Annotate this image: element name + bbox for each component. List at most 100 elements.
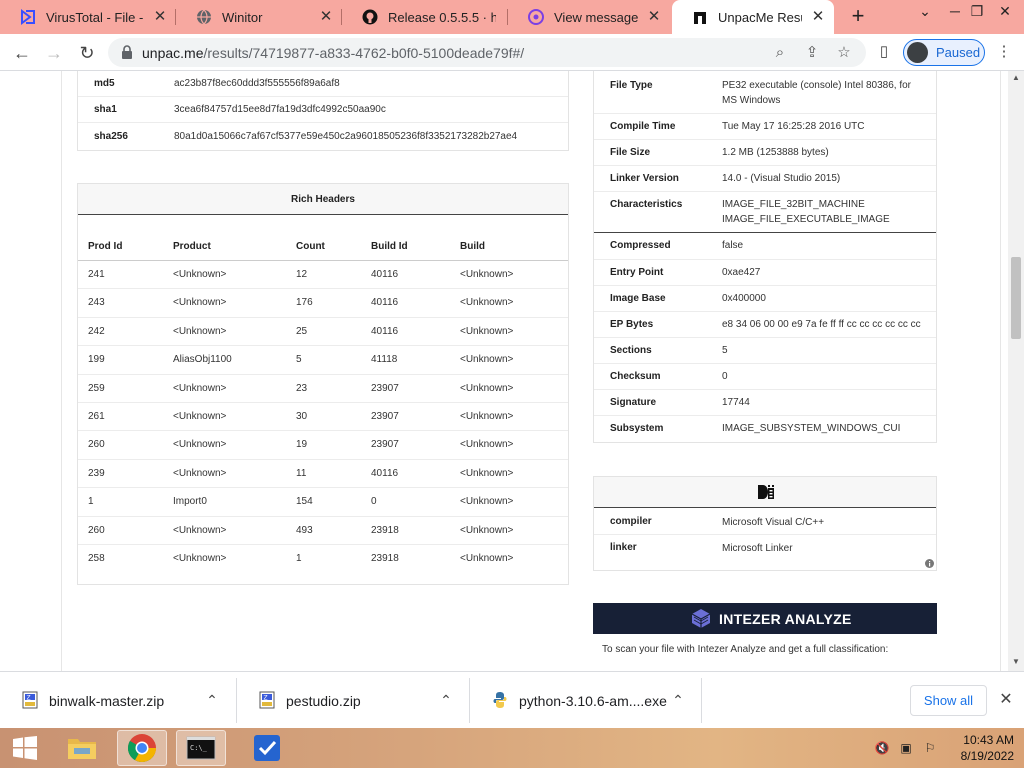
file-info-value: 14.0 - (Visual Studio 2015) bbox=[722, 173, 841, 184]
download-item[interactable]: Z pestudio.zip ⌃ bbox=[237, 672, 470, 729]
share-icon[interactable]: ⇪ bbox=[802, 43, 822, 63]
intezer-banner[interactable]: INTEZER ANALYZE bbox=[593, 603, 937, 634]
table-cell: 12 bbox=[296, 269, 308, 280]
table-cell: <Unknown> bbox=[173, 297, 227, 309]
taskbar-clock[interactable]: 10:43 AM 8/19/2022 bbox=[944, 732, 1014, 764]
file-info-row: File Size 1.2 MB (1253888 bytes) bbox=[594, 140, 936, 166]
table-cell: 19 bbox=[296, 439, 308, 451]
file-info-row: Compressed false bbox=[594, 233, 936, 260]
chrome-icon[interactable] bbox=[117, 730, 167, 766]
volume-muted-icon[interactable]: 🔇 bbox=[874, 740, 890, 756]
close-icon[interactable]: ✕ bbox=[810, 9, 826, 25]
bookmark-star-icon[interactable]: ☆ bbox=[834, 43, 854, 63]
url-path: /results/74719877-a833-4762-b0f0-5100dea… bbox=[203, 45, 525, 61]
table-cell: 258 bbox=[88, 553, 105, 564]
content-border-left bbox=[61, 71, 62, 671]
chevron-up-icon[interactable]: ⌃ bbox=[668, 690, 688, 710]
scrollbar-thumb[interactable] bbox=[1011, 257, 1021, 339]
table-cell: 23 bbox=[296, 382, 308, 394]
tab-github-release[interactable]: Release 0.5.5.5 · ha bbox=[342, 0, 508, 34]
tab-virustotal[interactable]: VirusTotal - File - 5 ✕ bbox=[0, 0, 176, 34]
tab-unpacme[interactable]: UnpacMe Results 5 ✕ bbox=[672, 0, 834, 34]
table-cell: 242 bbox=[88, 325, 105, 337]
file-info-row: File Type PE32 executable (console) Intel… bbox=[594, 71, 936, 114]
table-cell: 241 bbox=[88, 269, 105, 280]
chevron-up-icon[interactable]: ⌃ bbox=[202, 690, 222, 710]
reload-icon[interactable]: ↻ bbox=[74, 40, 100, 66]
download-item[interactable]: python-3.10.6-am....exe ⌃ bbox=[470, 672, 702, 729]
file-info-row: Sections 5 bbox=[594, 338, 936, 364]
file-info-row: Compile Time Tue May 17 16:25:28 2016 UTC bbox=[594, 114, 936, 140]
hash-value[interactable]: ac23b87f8ec60ddd3f555556f89a6af8 bbox=[174, 76, 340, 91]
die-value: Microsoft Linker bbox=[722, 543, 793, 554]
show-all-button[interactable]: Show all bbox=[910, 685, 987, 716]
close-icon[interactable]: ✕ bbox=[318, 9, 334, 25]
table-row: 261 <Unknown> 30 23907 <Unknown> bbox=[78, 403, 568, 432]
chevron-up-icon[interactable]: ⌃ bbox=[436, 690, 456, 710]
svg-text:Z: Z bbox=[264, 695, 268, 702]
table-row: 241 <Unknown> 12 40116 <Unknown> bbox=[78, 261, 568, 290]
url-text: unpac.me/results/74719877-a833-4762-b0f0… bbox=[142, 45, 524, 61]
file-info-value: false bbox=[722, 240, 744, 251]
table-cell: 23907 bbox=[371, 411, 399, 422]
table-cell: 0 bbox=[371, 496, 377, 508]
file-info-value: Tue May 17 16:25:28 2016 UTC bbox=[722, 121, 865, 132]
start-icon[interactable] bbox=[0, 730, 50, 766]
file-info-label: File Size bbox=[610, 147, 651, 158]
new-tab-button[interactable]: + bbox=[846, 4, 870, 28]
table-cell: <Unknown> bbox=[460, 297, 514, 309]
table-row: 1 Import0 154 0 <Unknown> bbox=[78, 488, 568, 517]
table-cell: <Unknown> bbox=[173, 439, 227, 451]
file-info-value: 1.2 MB (1253888 bytes) bbox=[722, 147, 829, 158]
action-center-icon[interactable]: ⚐ bbox=[922, 740, 938, 756]
table-cell: 40116 bbox=[371, 269, 399, 280]
page-scrollbar[interactable]: ▲ ▼ bbox=[1008, 71, 1024, 671]
scroll-down-icon[interactable]: ▼ bbox=[1008, 655, 1024, 669]
table-cell: 23918 bbox=[371, 524, 399, 536]
menu-icon[interactable]: ⋮ bbox=[994, 42, 1014, 62]
file-info-label: Sections bbox=[610, 345, 652, 356]
column-header: Build bbox=[460, 241, 485, 252]
tab-winitor[interactable]: Winitor ✕ bbox=[176, 0, 342, 34]
avatar bbox=[907, 42, 928, 63]
table-cell: 11 bbox=[296, 467, 307, 479]
back-icon[interactable]: ← bbox=[9, 40, 35, 66]
side-panel-icon[interactable]: ▯ bbox=[874, 42, 894, 62]
column-header: Build Id bbox=[371, 241, 408, 252]
download-filename: binwalk-master.zip bbox=[49, 693, 165, 709]
hash-label: sha1 bbox=[94, 104, 117, 115]
file-info-label: File Type bbox=[610, 80, 653, 91]
network-icon[interactable]: ▣ bbox=[898, 740, 914, 756]
table-cell: <Unknown> bbox=[173, 325, 227, 337]
file-explorer-icon[interactable] bbox=[57, 730, 107, 766]
file-info-label: Compile Time bbox=[610, 121, 676, 132]
close-icon[interactable]: ✕ bbox=[646, 9, 662, 25]
table-row: 243 <Unknown> 176 40116 <Unknown> bbox=[78, 289, 568, 318]
cmd-icon[interactable]: C:\_ bbox=[176, 730, 226, 766]
table-row: 258 <Unknown> 1 23918 <Unknown> bbox=[78, 545, 568, 573]
globe-icon bbox=[196, 9, 212, 25]
file-info-value: PE32 executable (console) Intel 80386, f… bbox=[722, 80, 912, 91]
column-header: Count bbox=[296, 241, 325, 252]
close-icon[interactable]: ✕ bbox=[152, 9, 168, 25]
table-cell: 493 bbox=[296, 524, 313, 536]
todo-icon[interactable] bbox=[242, 730, 292, 766]
table-row: 259 <Unknown> 23 23907 <Unknown> bbox=[78, 375, 568, 403]
download-item[interactable]: Z binwalk-master.zip ⌃ bbox=[0, 672, 237, 729]
file-info-value-line2: MS Windows bbox=[722, 95, 781, 106]
info-icon[interactable] bbox=[925, 559, 934, 568]
hash-value[interactable]: 80a1d0a15066c7af67cf5377e59e450c2a960185… bbox=[174, 129, 517, 144]
close-shelf-icon[interactable]: ✕ bbox=[996, 690, 1016, 710]
restore-icon[interactable]: ❐ bbox=[962, 0, 992, 28]
tab-view-message[interactable]: View message - M ✕ bbox=[508, 0, 670, 34]
table-cell: 40116 bbox=[371, 325, 399, 337]
scroll-up-icon[interactable]: ▲ bbox=[1008, 71, 1024, 85]
zoom-search-icon[interactable]: ⌕ bbox=[770, 43, 790, 63]
hash-value[interactable]: 3cea6f84757d15ee8d7fa19d3dfc4992c50aa90c bbox=[174, 102, 386, 117]
forward-icon[interactable]: → bbox=[41, 40, 67, 66]
table-cell: <Unknown> bbox=[460, 382, 514, 394]
window-close-icon[interactable]: ✕ bbox=[990, 0, 1020, 28]
address-bar[interactable]: unpac.me/results/74719877-a833-4762-b0f0… bbox=[108, 38, 866, 67]
profile-button[interactable]: Paused bbox=[903, 39, 985, 66]
tab-search-icon[interactable]: ⌄ bbox=[910, 0, 940, 28]
